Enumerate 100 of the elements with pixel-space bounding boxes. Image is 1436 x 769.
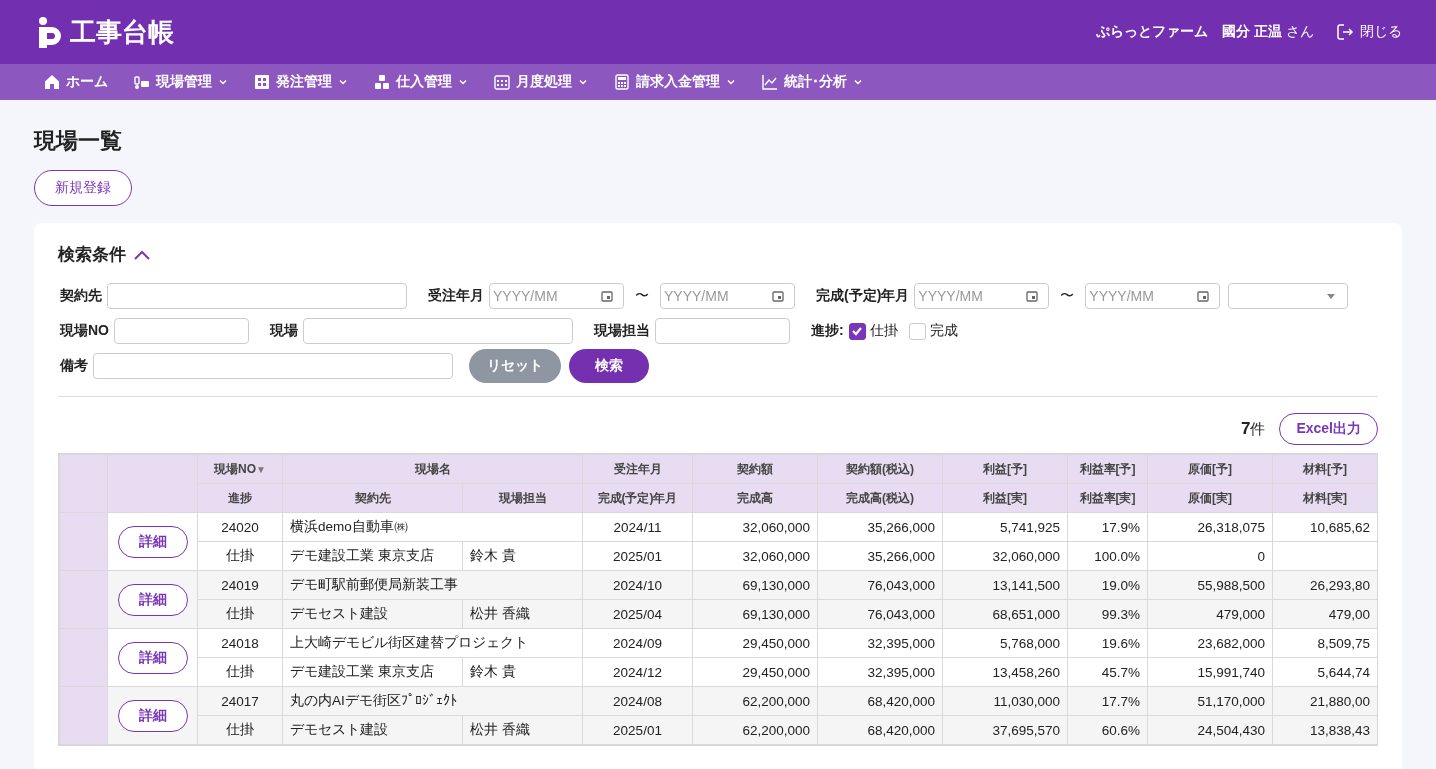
header-cell[interactable]: 材料[予] (1272, 454, 1377, 484)
header-cell: 契約先 (282, 483, 463, 513)
dolly-icon (134, 74, 150, 90)
table-cell: 24017 (197, 686, 283, 716)
table-cell: 8,509,75 (1272, 628, 1377, 658)
field-label: 現場NO (58, 322, 109, 340)
caret-icon (338, 77, 348, 87)
caret-icon (218, 77, 228, 87)
header-cell[interactable]: 受注年月 (582, 454, 693, 484)
table-cell: 23,682,000 (1147, 628, 1273, 658)
nav-item[interactable]: 請求入金管理 (604, 64, 746, 100)
field-label: 進捗: (810, 322, 844, 340)
note-field[interactable] (93, 353, 453, 379)
caret-icon (1327, 293, 1336, 299)
detail-button[interactable]: 詳細 (117, 583, 188, 616)
search-button[interactable]: 検索 (569, 349, 649, 383)
header-cell[interactable]: 契約額 (692, 454, 818, 484)
calendar-icon[interactable] (601, 290, 613, 302)
detail-button[interactable]: 詳細 (117, 699, 188, 732)
table-cell: 24020 (197, 512, 283, 542)
table-cell: 仕掛 (197, 657, 283, 687)
table-cell: 32,395,000 (817, 628, 943, 658)
header-cell[interactable]: 現場名 (282, 454, 583, 484)
table-cell: 5,644,74 (1272, 657, 1377, 687)
header-cell[interactable]: 現場NO▼ (197, 454, 283, 484)
table-cell: 99.3% (1067, 599, 1148, 629)
calendar-icon[interactable] (1026, 290, 1039, 302)
table-cell: 仕掛 (197, 715, 283, 745)
nav-item[interactable]: 月度処理 (484, 64, 598, 100)
table-cell: 13,458,260 (942, 657, 1068, 687)
table-cell: 仕掛 (197, 599, 283, 629)
field-label: 現場担当 (592, 322, 650, 340)
calendar-icon[interactable] (1197, 290, 1210, 302)
table-cell: 32,060,000 (692, 512, 818, 542)
header-cell: 進捗 (197, 483, 283, 513)
table-cell: 横浜demo自動車㈱ (282, 512, 583, 542)
table-cell: 62,200,000 (692, 715, 818, 745)
table-cell: 24,504,430 (1147, 715, 1273, 745)
header-cell: 完成高 (692, 483, 818, 513)
table-cell: デモセスト建設 (282, 599, 463, 629)
caret-icon (726, 77, 736, 87)
table-cell: 24019 (197, 570, 283, 600)
table-cell: 69,130,000 (692, 599, 818, 629)
nav-item[interactable]: 現場管理 (124, 64, 238, 100)
table-cell: 上大崎デモビル街区建替プロジェクト (282, 628, 583, 658)
field-label: 契約先 (59, 287, 102, 305)
caret-icon (578, 77, 588, 87)
header-cell[interactable]: 利益率[予] (1067, 454, 1148, 484)
table-cell: 68,420,000 (817, 715, 943, 745)
detail-button[interactable]: 詳細 (117, 525, 188, 558)
detail-button[interactable]: 詳細 (117, 641, 188, 674)
caret-icon (458, 77, 468, 87)
logo-icon (38, 16, 64, 48)
nav-item[interactable]: 統計･分析 (752, 64, 873, 100)
table-cell: 鈴木 貴 (462, 541, 583, 571)
select-field[interactable] (1228, 283, 1349, 309)
logout-icon (1336, 23, 1354, 41)
collapse-icon[interactable] (134, 249, 150, 260)
table-cell: 13,141,500 (942, 570, 1068, 600)
table-cell: 26,318,075 (1147, 512, 1273, 542)
calendar-icon[interactable] (772, 290, 784, 302)
field-label: 現場 (268, 322, 298, 340)
site-field[interactable] (303, 318, 573, 344)
header-cell[interactable]: 利益[予] (942, 454, 1068, 484)
logout-button[interactable]: 閉じる (1336, 23, 1402, 41)
checkbox-label: 完成 (929, 322, 958, 340)
checkbox[interactable] (848, 322, 866, 340)
table-cell: 24018 (197, 628, 283, 658)
table-cell: 32,060,000 (942, 541, 1068, 571)
table-cell: 2025/01 (582, 541, 693, 571)
table-cell: 60.6% (1067, 715, 1148, 745)
header-cell[interactable]: 契約額(税込) (817, 454, 943, 484)
table-cell: 2024/10 (582, 570, 693, 600)
site-no-field[interactable] (114, 318, 249, 344)
table-cell: 479,00 (1272, 599, 1377, 629)
header-cell[interactable]: 原価[予] (1147, 454, 1273, 484)
table-cell: 0 (1147, 541, 1273, 571)
user-name: 國分 正温 さん (1222, 23, 1314, 41)
new-button[interactable]: 新規登録 (34, 170, 132, 206)
excel-export-button[interactable]: Excel出力 (1279, 413, 1378, 445)
table-cell: デモ建設工業 東京支店 (282, 541, 463, 571)
field-label: 完成(予定)年月 (815, 287, 910, 305)
table-cell: 17.7% (1067, 686, 1148, 716)
nav-item[interactable]: ホーム (34, 64, 118, 100)
table-cell: デモセスト建設 (282, 715, 463, 745)
table-cell: 45.7% (1067, 657, 1148, 687)
table-cell: 51,170,000 (1147, 686, 1273, 716)
nav-item[interactable]: 仕入管理 (364, 64, 478, 100)
client-field[interactable] (107, 283, 407, 309)
boxes-icon (374, 74, 390, 90)
staff-field[interactable] (655, 318, 790, 344)
nav-item[interactable]: 発注管理 (244, 64, 358, 100)
field-label: 備考 (59, 357, 88, 375)
table-cell: 35,266,000 (817, 541, 943, 571)
table-cell: 26,293,80 (1272, 570, 1377, 600)
range-separator: 〜 (1060, 287, 1075, 305)
table-cell: 68,651,000 (942, 599, 1068, 629)
table-cell: 35,266,000 (817, 512, 943, 542)
table-cell: 2024/11 (582, 512, 693, 542)
table-cell: 32,060,000 (692, 541, 818, 571)
